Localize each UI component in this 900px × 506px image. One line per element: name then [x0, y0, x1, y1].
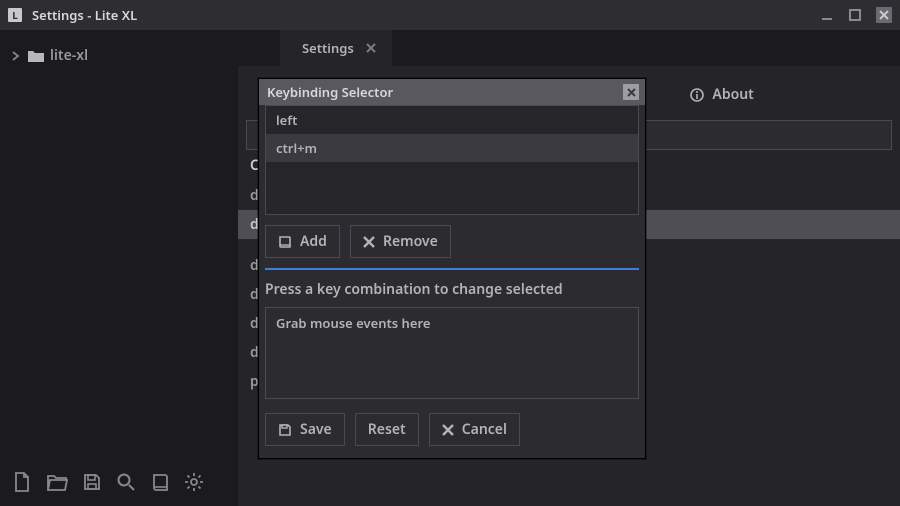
tree-root-label: lite-xl	[50, 46, 88, 65]
tab-settings-doc[interactable]: Settings	[280, 30, 392, 66]
prompt-text: Press a key combination to change select…	[265, 280, 639, 299]
keybinding-dialog: Keybinding Selector left ctrl+m Add Remo…	[258, 78, 646, 459]
open-folder-icon[interactable]	[46, 472, 68, 492]
file-tree: lite-xl	[0, 30, 238, 506]
grab-placeholder: Grab mouse events here	[276, 314, 430, 332]
minimize-icon[interactable]	[820, 8, 834, 22]
dialog-titlebar: Keybinding Selector	[259, 79, 645, 105]
tree-root-item[interactable]: lite-xl	[0, 42, 238, 69]
save-icon[interactable]	[82, 472, 102, 492]
x-icon	[442, 424, 454, 436]
chevron-right-icon	[12, 51, 22, 61]
add-label: Add	[300, 232, 327, 251]
add-button[interactable]: Add	[265, 225, 340, 258]
new-file-icon[interactable]	[12, 471, 32, 493]
keybinding-item[interactable]: left	[266, 106, 638, 134]
reset-label: Reset	[368, 420, 406, 439]
tab-label-about: About	[712, 85, 753, 104]
book-icon	[278, 235, 292, 249]
info-icon	[690, 88, 704, 102]
save-button[interactable]: Save	[265, 413, 345, 446]
cancel-label: Cancel	[462, 420, 507, 439]
remove-button[interactable]: Remove	[350, 225, 451, 258]
close-icon[interactable]	[876, 7, 892, 23]
search-icon[interactable]	[116, 472, 136, 492]
maximize-icon[interactable]	[848, 8, 862, 22]
tab-label: Settings	[302, 39, 354, 57]
folder-icon	[28, 49, 44, 63]
window-title: Settings - Lite XL	[32, 6, 137, 24]
x-icon	[363, 236, 375, 248]
remove-label: Remove	[383, 232, 438, 251]
gear-icon[interactable]	[184, 472, 204, 492]
titlebar: L Settings - Lite XL	[0, 0, 900, 30]
divider-accent	[265, 268, 639, 270]
doc-tabbar: Settings	[238, 30, 900, 66]
dialog-title: Keybinding Selector	[267, 83, 393, 101]
grab-input[interactable]: Grab mouse events here	[265, 307, 639, 399]
cancel-button[interactable]: Cancel	[429, 413, 520, 446]
keybinding-list[interactable]: left ctrl+m	[265, 105, 639, 215]
save-icon	[278, 423, 292, 437]
bottom-toolbar	[0, 458, 238, 506]
keybinding-item[interactable]: ctrl+m	[266, 134, 638, 162]
tab-about[interactable]: About	[676, 85, 767, 114]
dialog-close-icon[interactable]	[623, 84, 639, 100]
reset-button[interactable]: Reset	[355, 413, 419, 446]
tab-close-icon[interactable]	[366, 43, 376, 53]
app-icon: L	[8, 8, 22, 22]
book-icon[interactable]	[150, 472, 170, 492]
save-label: Save	[300, 420, 332, 439]
